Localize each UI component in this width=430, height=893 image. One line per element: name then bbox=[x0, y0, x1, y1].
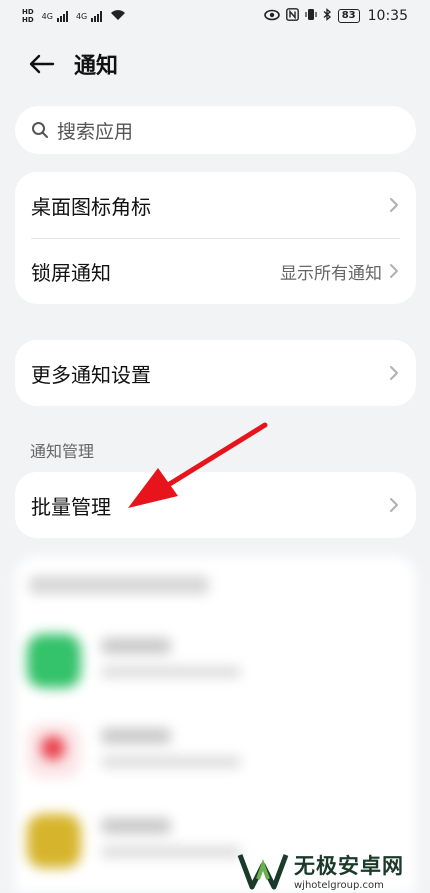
battery-indicator: 83 bbox=[337, 9, 360, 23]
nfc-icon bbox=[285, 8, 299, 24]
network-type-2: 4G bbox=[75, 11, 88, 21]
blurred-list-header bbox=[29, 576, 209, 594]
row-right bbox=[388, 496, 400, 514]
blurred-text bbox=[101, 818, 171, 834]
row-right bbox=[388, 196, 400, 214]
watermark-name: 无极安卓网 bbox=[294, 853, 404, 878]
row-label: 更多通知设置 bbox=[31, 362, 151, 387]
chevron-right-icon bbox=[390, 366, 398, 380]
list-item bbox=[27, 626, 407, 706]
batch-manage-row[interactable]: 批量管理 bbox=[15, 472, 416, 538]
app-icon bbox=[27, 724, 81, 778]
watermark-text: 无极安卓网 wjhotelgroup.com bbox=[294, 850, 404, 891]
row-right: 显示所有通知 bbox=[280, 259, 400, 284]
chevron-right-icon bbox=[390, 198, 398, 212]
blurred-app-list bbox=[15, 556, 416, 893]
clock: 10:35 bbox=[367, 8, 408, 24]
signal-icon bbox=[56, 10, 68, 22]
settings-card-more: 更多通知设置 bbox=[15, 340, 416, 406]
row-label: 批量管理 bbox=[31, 494, 111, 519]
network-type-1: 4G bbox=[41, 11, 53, 21]
chevron-right-icon bbox=[390, 498, 398, 512]
app-icon bbox=[27, 814, 81, 868]
blurred-text bbox=[101, 666, 241, 678]
page-title: 通知 bbox=[74, 54, 119, 79]
chevron-right-icon bbox=[390, 264, 398, 278]
watermark-url: wjhotelgroup.com bbox=[294, 879, 384, 891]
eye-icon bbox=[263, 9, 280, 24]
search-icon bbox=[31, 121, 49, 139]
hd-bottom-label: HD bbox=[22, 16, 34, 24]
blurred-text bbox=[101, 638, 171, 654]
status-left: HD HD 4G 4G bbox=[22, 8, 126, 24]
blurred-text bbox=[101, 846, 241, 858]
vibrate-icon bbox=[305, 8, 317, 24]
status-right: 83 10:35 bbox=[263, 8, 408, 24]
bluetooth-icon bbox=[323, 8, 332, 24]
row-right bbox=[388, 364, 400, 382]
section-title: 通知管理 bbox=[30, 442, 95, 461]
hd-indicator: HD HD bbox=[22, 8, 34, 24]
blurred-text bbox=[101, 756, 241, 768]
blurred-text bbox=[101, 728, 171, 744]
search-app-input[interactable]: 搜索应用 bbox=[15, 106, 416, 154]
watermark-logo bbox=[237, 854, 289, 890]
hd-top-label: HD bbox=[22, 8, 34, 16]
desktop-badge-row[interactable]: 桌面图标角标 bbox=[15, 172, 416, 238]
more-notification-settings-row[interactable]: 更多通知设置 bbox=[15, 340, 416, 406]
status-bar: HD HD 4G 4G 83 10:35 bbox=[0, 0, 430, 32]
row-label: 锁屏通知 bbox=[31, 260, 111, 285]
search-placeholder: 搜索应用 bbox=[57, 120, 134, 143]
row-value: 显示所有通知 bbox=[280, 263, 382, 284]
app-header: 通知 bbox=[0, 40, 430, 88]
watermark: 无极安卓网 wjhotelgroup.com bbox=[236, 847, 430, 893]
signal-icon bbox=[91, 10, 103, 22]
app-icon bbox=[27, 634, 81, 688]
lock-screen-notification-row[interactable]: 锁屏通知 显示所有通知 bbox=[15, 238, 416, 304]
settings-card-manage: 批量管理 bbox=[15, 472, 416, 538]
back-arrow-icon[interactable] bbox=[18, 40, 66, 88]
list-item bbox=[27, 716, 407, 796]
wifi-icon bbox=[110, 9, 126, 24]
settings-card-display: 桌面图标角标 锁屏通知 显示所有通知 bbox=[15, 172, 416, 304]
row-label: 桌面图标角标 bbox=[31, 194, 151, 219]
